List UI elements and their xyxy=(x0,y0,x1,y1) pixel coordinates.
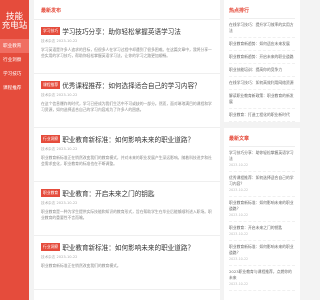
article-excerpt: 在这个信息爆炸的时代，学习已经成为我们生活中不可或缺的一部分。然而，面对琳琅满目… xyxy=(41,101,212,112)
latest-article-date: 2023-10-22 xyxy=(229,163,249,167)
latest-article-item[interactable]: 优秀课程推荐：如何选择适合自己的学习内容？ 2023-10-22 xyxy=(229,172,295,197)
main-content: 最新发布 学习技巧 学习技巧分享：助你轻松掌握英语学习法 技术杂志 2023-1… xyxy=(34,0,220,300)
sidebar-item-vocational-education[interactable]: 职业教育 xyxy=(0,39,29,53)
article-card[interactable]: 职业教育 职业教育：开启未来之门的钥匙 技术杂志 2023-10-22 职业教育… xyxy=(34,182,220,236)
hot-ranking-item[interactable]: 职业教育新趋势：开启未来的职业道路 xyxy=(229,51,295,64)
latest-articles-title: 最新文章 xyxy=(229,128,295,147)
article-header: 职业教育 职业教育：开启未来之门的钥匙 xyxy=(41,188,213,198)
sidebar-item-study-tips[interactable]: 学习技巧 xyxy=(0,67,29,81)
latest-article-title[interactable]: 优秀课程推荐：如何选择适合自己的学习内容？ xyxy=(229,175,294,186)
hot-ranking-item[interactable]: 解读职业教育新政策：职业教育的新发展 xyxy=(229,90,295,109)
article-tag[interactable]: 课程推荐 xyxy=(41,81,61,89)
article-title[interactable]: 职业教育新标准：如何影响未来的职业道路？ xyxy=(62,242,194,252)
article-excerpt: 职业教育新标准正在悄然改变我们的教育模式。 xyxy=(41,263,121,268)
latest-article-item[interactable]: 2023职业教育与课程推荐，点燃你的未来 2023-10-22 xyxy=(229,266,295,291)
right-sidebar: 热点排行 在线学习技巧：提升学习效率的实用方法 职业教育新趋势：如何适应未来发展… xyxy=(224,0,300,300)
article-excerpt: 职业教育是一种为学生提供实际技能和知识的教育形式，旨在帮助学生在毕业后能够顺利进… xyxy=(41,209,212,220)
hot-ranking-item[interactable]: 在线学习技巧：如何高效利用网络资源 xyxy=(229,77,295,90)
latest-article-title[interactable]: 职业教育新标准：如何影响未来的职业道路？ xyxy=(229,200,294,211)
sidebar-item-course-recommendations[interactable]: 课程推荐 xyxy=(0,81,29,95)
article-meta: 技术杂志 2023-10-22 xyxy=(41,147,78,151)
latest-article-date: 2023-10-22 xyxy=(229,257,249,261)
article-header: 行业洞察 职业教育新标准：如何影响未来的职业道路？ xyxy=(41,134,213,144)
hot-ranking-item[interactable]: 职业教育新趋势：如何适应未来发展 xyxy=(229,38,295,51)
hot-ranking-item[interactable]: 职业教育：打造工程化的职业新时代 xyxy=(229,109,295,122)
latest-article-date: 2023-10-22 xyxy=(229,188,249,192)
latest-article-item[interactable]: 职业教育：开启未来之门的钥匙 2023-10-22 xyxy=(229,222,295,241)
site-logo[interactable]: 技能 充电站 xyxy=(0,0,29,31)
latest-article-title[interactable]: 职业教育：开启未来之门的钥匙 xyxy=(229,225,282,230)
hot-ranking-panel: 热点排行 在线学习技巧：提升学习效率的实用方法 职业教育新趋势：如何适应未来发展… xyxy=(224,0,300,128)
article-title[interactable]: 学习技巧分享：助你轻松掌握英语学习法 xyxy=(62,26,181,36)
article-title[interactable]: 职业教育新标准：如何影响未来的职业道路？ xyxy=(62,134,194,144)
latest-article-title[interactable]: 2023职业教育与课程推荐，点燃你的未来 xyxy=(229,269,292,280)
latest-article-date: 2023-10-22 xyxy=(229,213,249,217)
article-card[interactable]: 行业洞察 职业教育新标准：如何影响未来的职业道路？ 技术杂志 2023-10-2… xyxy=(34,236,220,290)
latest-article-title[interactable]: 职业教育新标准：如何影响未来的职业道路？ xyxy=(229,244,294,255)
latest-article-item[interactable]: 学习技巧分享：助你轻松掌握英语学习法 2023-10-22 xyxy=(229,147,295,172)
hot-ranking-title: 热点排行 xyxy=(229,0,295,19)
article-excerpt: 职业教育新标准正在悄然改变我们的教育模式，并对未来的职业发展产生深远影响。随着科… xyxy=(41,155,212,166)
sidebar-nav: 职业教育 行业洞察 学习技巧 课程推荐 xyxy=(0,39,29,95)
article-tag[interactable]: 职业教育 xyxy=(41,189,61,197)
article-title[interactable]: 优秀课程推荐：如何选择适合自己的学习内容？ xyxy=(62,80,200,90)
article-meta: 技术杂志 2023-10-22 xyxy=(41,255,78,259)
latest-article-item[interactable]: 职业教育新标准：如何影响未来的职业道路？ 2023-10-22 xyxy=(229,241,295,266)
article-tag[interactable]: 学习技巧 xyxy=(41,27,61,35)
latest-articles-panel: 最新文章 学习技巧分享：助你轻松掌握英语学习法 2023-10-22 优秀课程推… xyxy=(224,128,300,291)
article-excerpt: 学习英语是许多人追求的目标，但很多人在学习过程中却遇到了很多困难。在这篇文章中，… xyxy=(41,47,212,58)
article-tag[interactable]: 行业洞察 xyxy=(41,135,61,143)
article-card[interactable]: 行业洞察 职业教育新标准：如何影响未来的职业道路？ 技术杂志 2023-10-2… xyxy=(34,128,220,182)
latest-article-item[interactable]: 职业教育新标准：如何影响未来的职业道路？ 2023-10-22 xyxy=(229,197,295,222)
hot-ranking-item[interactable]: 职业技能培训：提高你的竞争力 xyxy=(229,64,295,77)
article-header: 学习技巧 学习技巧分享：助你轻松掌握英语学习法 xyxy=(41,26,213,36)
sidebar-item-industry-insight[interactable]: 行业洞察 xyxy=(0,53,29,67)
article-header: 行业洞察 职业教育新标准：如何影响未来的职业道路？ xyxy=(41,242,213,252)
article-title[interactable]: 职业教育：开启未来之门的钥匙 xyxy=(62,188,154,198)
sidebar: 技能 充电站 职业教育 行业洞察 学习技巧 课程推荐 xyxy=(0,0,29,300)
latest-article-date: 2023-10-22 xyxy=(229,232,249,236)
logo-line-2: 充电站 xyxy=(1,21,28,31)
article-meta: 技术杂志 2023-10-22 xyxy=(41,93,78,97)
section-title-latest: 最新发布 xyxy=(34,0,220,20)
article-meta: 技术杂志 2023-10-22 xyxy=(41,39,78,43)
article-card[interactable]: 课程推荐 优秀课程推荐：如何选择适合自己的学习内容？ 技术杂志 2023-10-… xyxy=(34,74,220,128)
latest-article-title[interactable]: 学习技巧分享：助你轻松掌握英语学习法 xyxy=(229,150,294,161)
article-tag[interactable]: 行业洞察 xyxy=(41,243,61,251)
article-meta: 技术杂志 2023-10-22 xyxy=(41,201,78,205)
latest-article-date: 2023-10-22 xyxy=(229,282,249,286)
hot-ranking-item[interactable]: 在线学习技巧：提升学习效率的实用方法 xyxy=(229,19,295,38)
article-card[interactable]: 学习技巧 学习技巧分享：助你轻松掌握英语学习法 技术杂志 2023-10-22 … xyxy=(34,20,220,74)
article-header: 课程推荐 优秀课程推荐：如何选择适合自己的学习内容？ xyxy=(41,80,213,90)
